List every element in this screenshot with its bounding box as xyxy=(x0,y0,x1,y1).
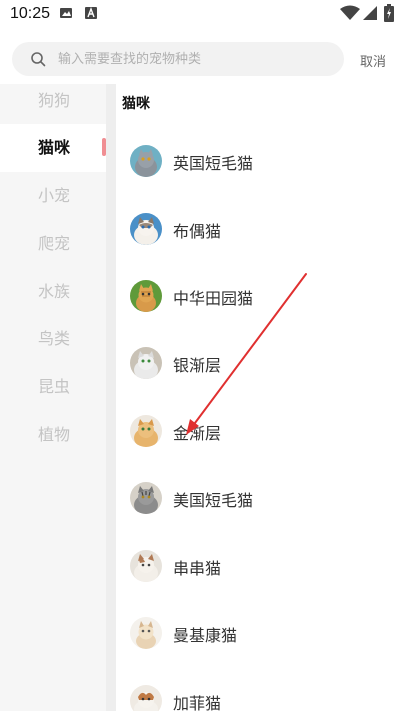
breed-item-golden-shaded[interactable]: 金渐层 xyxy=(117,401,400,468)
breed-avatar xyxy=(130,550,162,582)
wifi-icon xyxy=(340,5,360,20)
breed-avatar xyxy=(130,347,162,379)
search-icon xyxy=(31,52,46,67)
breed-name: 串串猫 xyxy=(173,559,222,578)
status-time: 10:25 xyxy=(10,5,51,22)
breed-avatar xyxy=(130,145,162,177)
breed-name: 加菲猫 xyxy=(173,694,222,711)
breed-avatar xyxy=(130,415,162,447)
sidebar-item-birds[interactable]: 鸟类 xyxy=(0,315,106,363)
sidebar-item-dogs[interactable]: 狗狗 xyxy=(0,77,106,125)
breed-item-munchkin[interactable]: 曼基康猫 xyxy=(117,603,400,670)
breed-avatar xyxy=(130,617,162,649)
breed-list[interactable]: 英国短毛猫 布偶猫 中华田园猫 银渐层 金渐层 美国短毛猫 串串猫 曼基康猫 加… xyxy=(117,120,400,711)
breed-avatar xyxy=(130,213,162,245)
sidebar-item-small-pets[interactable]: 小宠 xyxy=(0,172,106,220)
sidebar-item-aquatic[interactable]: 水族 xyxy=(0,268,106,316)
section-title: 猫咪 xyxy=(122,96,150,112)
category-sidebar: 狗狗 猫咪 小宠 爬宠 水族 鸟类 昆虫 植物 xyxy=(0,84,106,711)
breed-name: 美国短毛猫 xyxy=(173,491,254,510)
signal-icon xyxy=(363,6,377,20)
breed-avatar xyxy=(130,482,162,514)
breed-name: 金渐层 xyxy=(173,424,222,443)
status-bar: 10:25 xyxy=(0,0,400,30)
breed-name: 布偶猫 xyxy=(173,222,222,241)
breed-item-ragdoll[interactable]: 布偶猫 xyxy=(117,199,400,266)
sidebar-item-label: 猫咪 xyxy=(38,138,71,157)
breed-name: 英国短毛猫 xyxy=(173,154,254,173)
breed-item-mixed-breed[interactable]: 串串猫 xyxy=(117,536,400,603)
cancel-button[interactable]: 取消 xyxy=(360,51,386,70)
breed-avatar xyxy=(130,280,162,312)
sidebar-item-reptiles[interactable]: 爬宠 xyxy=(0,220,106,268)
sidebar-item-label: 狗狗 xyxy=(38,91,71,110)
sidebar-item-insects[interactable]: 昆虫 xyxy=(0,363,106,411)
sidebar-item-label: 植物 xyxy=(38,425,71,444)
sidebar-item-cats[interactable]: 猫咪 xyxy=(0,124,106,172)
font-icon xyxy=(85,7,97,19)
breed-item-british-shorthair[interactable]: 英国短毛猫 xyxy=(117,131,400,198)
breed-name: 中华田园猫 xyxy=(173,289,254,308)
breed-item-silver-shaded[interactable]: 银渐层 xyxy=(117,333,400,400)
sidebar-item-label: 小宠 xyxy=(38,186,71,205)
breed-item-chinese-garden-cat[interactable]: 中华田园猫 xyxy=(117,266,400,333)
search-input[interactable] xyxy=(58,42,338,76)
breed-item-american-shorthair[interactable]: 美国短毛猫 xyxy=(117,468,400,535)
sidebar-item-label: 鸟类 xyxy=(38,329,71,348)
gallery-icon xyxy=(60,8,72,18)
battery-icon xyxy=(384,4,394,22)
breed-avatar xyxy=(130,685,162,711)
breed-name: 曼基康猫 xyxy=(173,626,238,645)
sidebar-item-plants[interactable]: 植物 xyxy=(0,411,106,459)
breed-name: 银渐层 xyxy=(173,356,222,375)
breed-item-exotic-shorthair[interactable]: 加菲猫 xyxy=(117,671,400,711)
search-bar[interactable] xyxy=(12,42,344,76)
scroll-strip xyxy=(106,84,116,711)
sidebar-item-label: 爬宠 xyxy=(38,234,71,253)
sidebar-item-label: 昆虫 xyxy=(38,377,71,396)
sidebar-item-label: 水族 xyxy=(38,282,71,301)
